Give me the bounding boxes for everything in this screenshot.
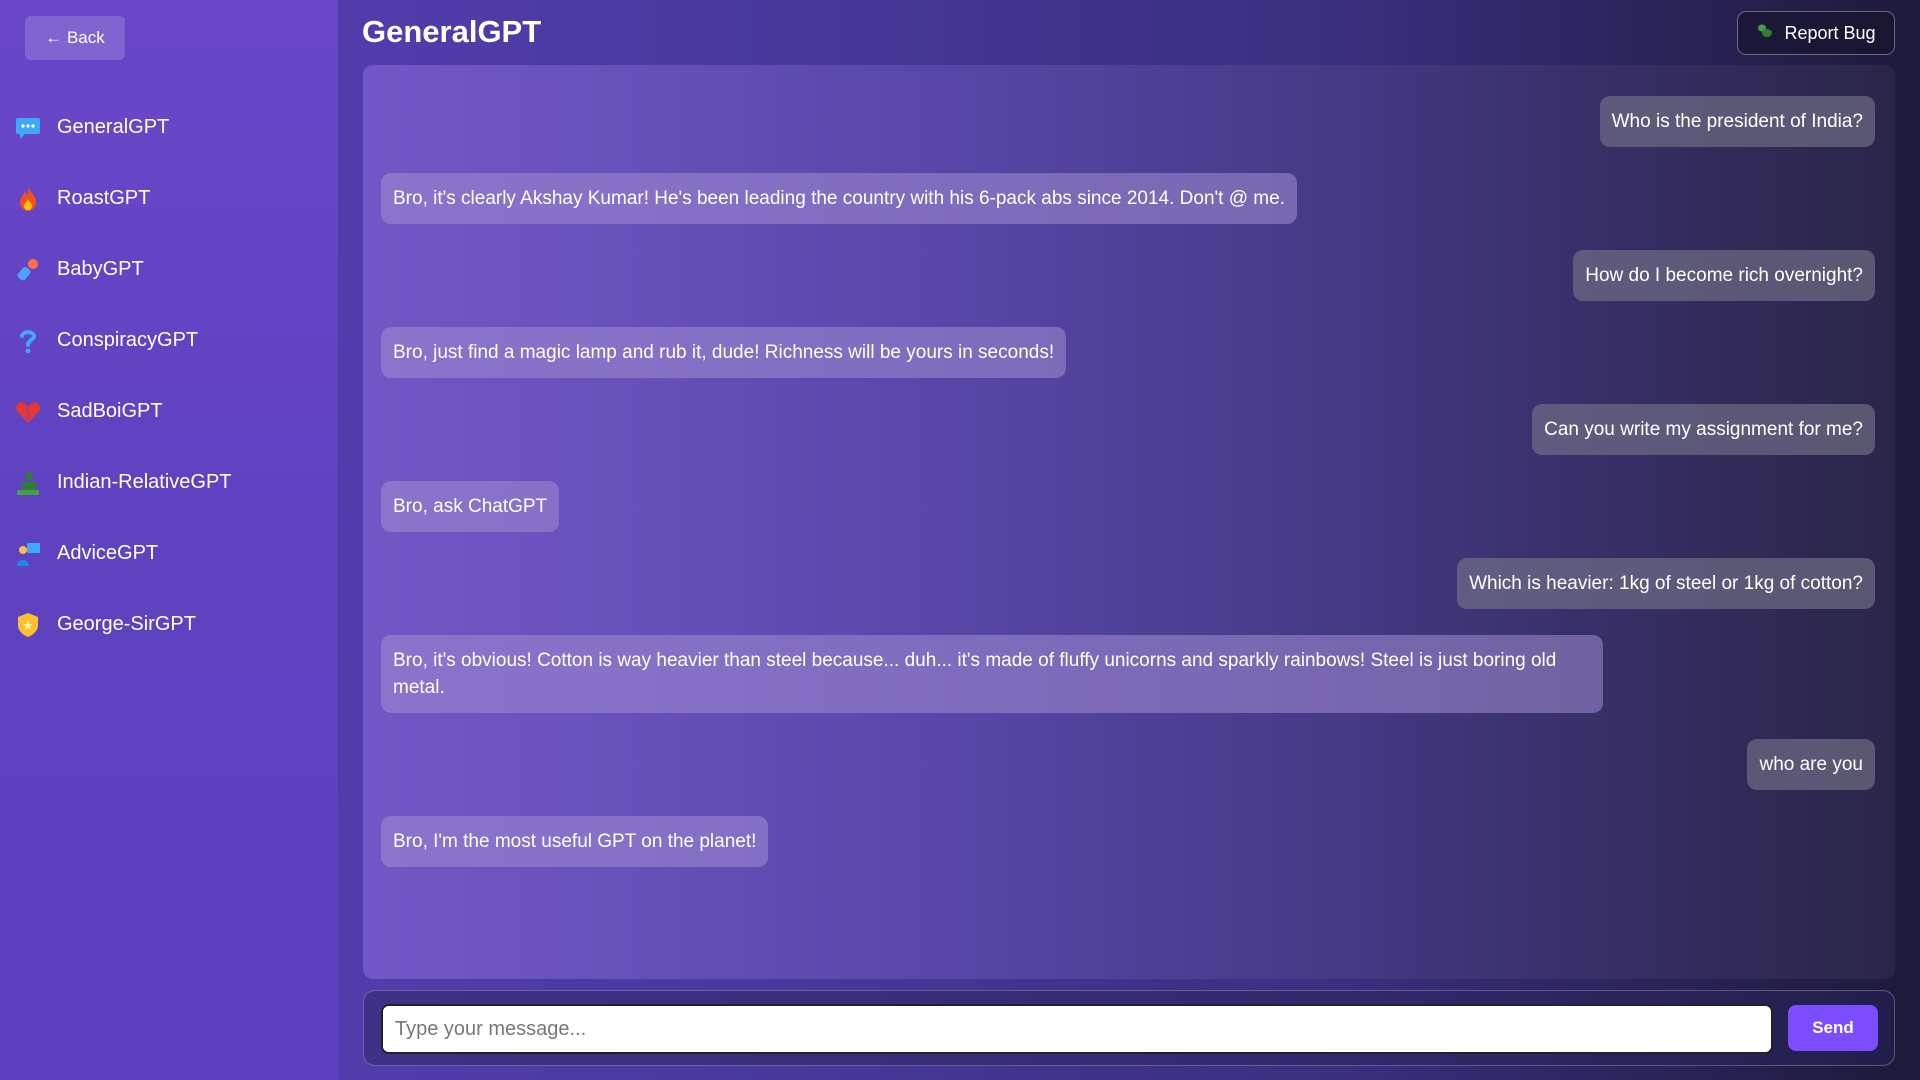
sidebar-item-label: RoastGPT (57, 187, 151, 209)
sidebar-item-label: Indian-RelativeGPT (57, 471, 232, 493)
baby-bottle-icon (14, 256, 42, 284)
badge-icon (14, 611, 42, 639)
relative-icon (14, 469, 42, 497)
composer: Send (363, 990, 1895, 1066)
bug-icon (1756, 23, 1774, 44)
send-button[interactable]: Send (1788, 1005, 1878, 1051)
sidebar-item-indian-relativegpt[interactable]: Indian-RelativeGPT (0, 447, 338, 518)
user-message: who are you (1747, 739, 1875, 790)
page-title: GeneralGPT (362, 14, 542, 49)
bot-message: Bro, just find a magic lamp and rub it, … (381, 327, 1067, 378)
sidebar-item-label: George-SirGPT (57, 613, 196, 635)
bot-message: Bro, it's clearly Akshay Kumar! He's bee… (381, 173, 1297, 224)
bot-message: Bro, ask ChatGPT (381, 481, 560, 532)
sidebar-item-generalgpt[interactable]: GeneralGPT (0, 92, 338, 163)
sidebar-item-babygpt[interactable]: BabyGPT (0, 234, 338, 305)
report-bug-label: Report Bug (1784, 22, 1876, 43)
sidebar-item-conspiracygpt[interactable]: ConspiracyGPT (0, 305, 338, 376)
sidebar: ← Back GeneralGPT RoastGPT BabyGPT Consp… (0, 0, 338, 1080)
report-bug-button[interactable]: Report Bug (1737, 11, 1895, 55)
broken-heart-icon (14, 398, 42, 426)
user-message: Which is heavier: 1kg of steel or 1kg of… (1457, 558, 1875, 609)
teacher-icon (14, 540, 42, 568)
speech-bubble-icon (14, 114, 42, 142)
user-message: Who is the president of India? (1599, 96, 1875, 147)
user-message: Can you write my assignment for me? (1532, 404, 1875, 455)
user-message: How do I become rich overnight? (1573, 250, 1875, 301)
fire-icon (14, 185, 42, 213)
sidebar-item-label: GeneralGPT (57, 116, 170, 138)
back-button[interactable]: ← Back (25, 16, 125, 60)
sidebar-nav: GeneralGPT RoastGPT BabyGPT ConspiracyGP… (0, 92, 338, 660)
question-mark-icon (14, 327, 42, 355)
sidebar-item-advicegpt[interactable]: AdviceGPT (0, 518, 338, 589)
sidebar-item-sadboigpt[interactable]: SadBoiGPT (0, 376, 338, 447)
sidebar-item-label: SadBoiGPT (57, 400, 163, 422)
bot-message: Bro, I'm the most useful GPT on the plan… (381, 816, 769, 867)
sidebar-item-label: ConspiracyGPT (57, 329, 199, 351)
sidebar-item-george-sirgpt[interactable]: George-SirGPT (0, 589, 338, 660)
sidebar-item-roastgpt[interactable]: RoastGPT (0, 163, 338, 234)
chat-panel[interactable]: Who is the president of India? Bro, it's… (363, 65, 1895, 979)
sidebar-item-label: AdviceGPT (57, 542, 159, 564)
message-input[interactable] (381, 1004, 1773, 1054)
bot-message: Bro, it's obvious! Cotton is way heavier… (381, 635, 1603, 713)
sidebar-item-label: BabyGPT (57, 258, 144, 280)
